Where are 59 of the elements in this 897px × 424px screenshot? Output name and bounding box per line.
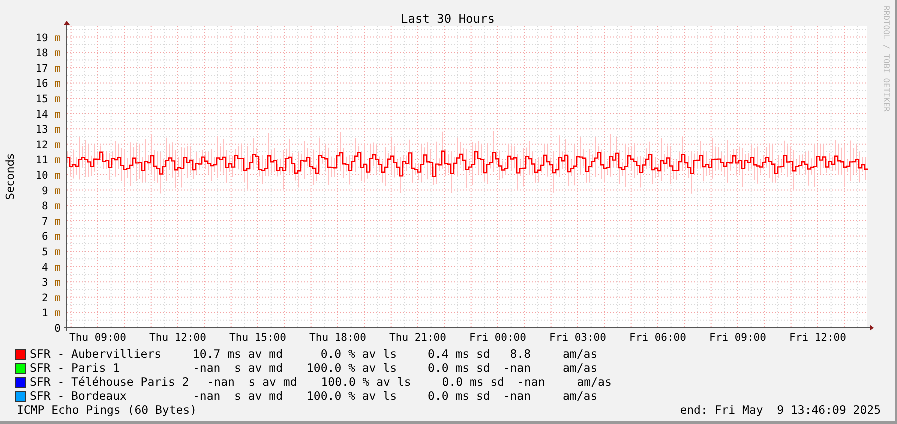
axis-tick-label: 10 m: [36, 170, 61, 182]
axis-tick-label: 11 m: [36, 154, 61, 167]
axis-tick-label: 2 m: [42, 292, 61, 304]
ratio-value: -nan: [516, 375, 546, 389]
sd-value: 0.0 ms sd: [442, 375, 506, 389]
axis-tick-label: 9 m: [42, 185, 61, 198]
ratio-unit: am/as: [577, 375, 612, 389]
axis-tick-label: 6 m: [42, 231, 61, 244]
axis-tick-label: 15 m: [36, 94, 61, 106]
axis-tick-label: Fri 03:00: [550, 332, 606, 344]
axis-tick-label: Fri 09:00: [710, 332, 766, 344]
axis-tick-label: 14 m: [36, 108, 61, 121]
axis-tick-label: 1 m: [42, 308, 61, 320]
median-value: -nan s av md: [193, 361, 284, 375]
sd-value: 0.0 ms sd: [428, 389, 492, 403]
chart-title: Last 30 Hours: [401, 12, 495, 26]
axis-tick-label: 5 m: [42, 246, 61, 258]
axis-tick-label: 8 m: [42, 200, 61, 213]
axis-tick-label: Thu 18:00: [310, 332, 366, 344]
end-time: end: Fri May 9 13:46:09 2025: [680, 403, 881, 417]
axis-tick-label: Fri 06:00: [630, 332, 686, 344]
ratio-unit: am/as: [563, 361, 598, 375]
median-value: -nan s av md: [207, 375, 298, 389]
sd-value: 0.4 ms sd: [428, 347, 492, 361]
axis-tick-label: 4 m: [42, 262, 61, 274]
loss-value: 100.0 % av ls: [321, 375, 412, 389]
probe-label: ICMP Echo Pings (60 Bytes): [17, 403, 198, 417]
axis-tick-label: 19 m: [36, 32, 61, 44]
axis-tick-label: 17 m: [36, 62, 61, 75]
credit-text: RRDTOOL / TOBI OETIKER: [882, 6, 891, 112]
axis-tick-label: 3 m: [42, 277, 61, 290]
legend-label: SFR - Téléhouse Paris 2: [30, 375, 190, 389]
axis-tick-label: Fri 00:00: [470, 332, 526, 344]
ratio-value: -nan: [502, 389, 531, 403]
ratio-value: -nan: [502, 361, 531, 375]
axis-tick-label: Thu 09:00: [70, 332, 126, 344]
axis-tick-label: 7 m: [42, 216, 61, 228]
ratio-unit: am/as: [563, 389, 598, 403]
ratio-value: 8.8: [509, 347, 531, 361]
median-value: -nan s av md: [193, 389, 284, 403]
axis-tick-label: Thu 12:00: [150, 332, 206, 344]
ratio-unit: am/as: [563, 347, 598, 361]
axis-tick-label: 18 m: [36, 48, 61, 60]
legend-label: SFR - Bordeaux: [30, 389, 128, 403]
legend-label: SFR - Aubervilliers: [30, 347, 163, 361]
axis-tick-label: Thu 15:00: [230, 332, 286, 344]
loss-value: 0.0 % av ls: [320, 347, 397, 361]
axis-title: Seconds: [4, 154, 17, 200]
loss-value: 100.0 % av ls: [307, 389, 397, 403]
axis-tick-label: 13 m: [36, 124, 61, 136]
axis-tick-label: 12 m: [36, 139, 61, 152]
loss-value: 100.0 % av ls: [307, 361, 397, 375]
median-value: 10.7 ms av md: [193, 347, 284, 361]
legend-label: SFR - Paris 1: [30, 361, 122, 375]
axis-tick-label: Fri 12:00: [790, 332, 846, 344]
axis-tick-label: 16 m: [36, 78, 61, 90]
axis-tick-label: 0: [54, 323, 61, 335]
sd-value: 0.0 ms sd: [428, 361, 492, 375]
axis-tick-label: Thu 21:00: [390, 332, 446, 344]
